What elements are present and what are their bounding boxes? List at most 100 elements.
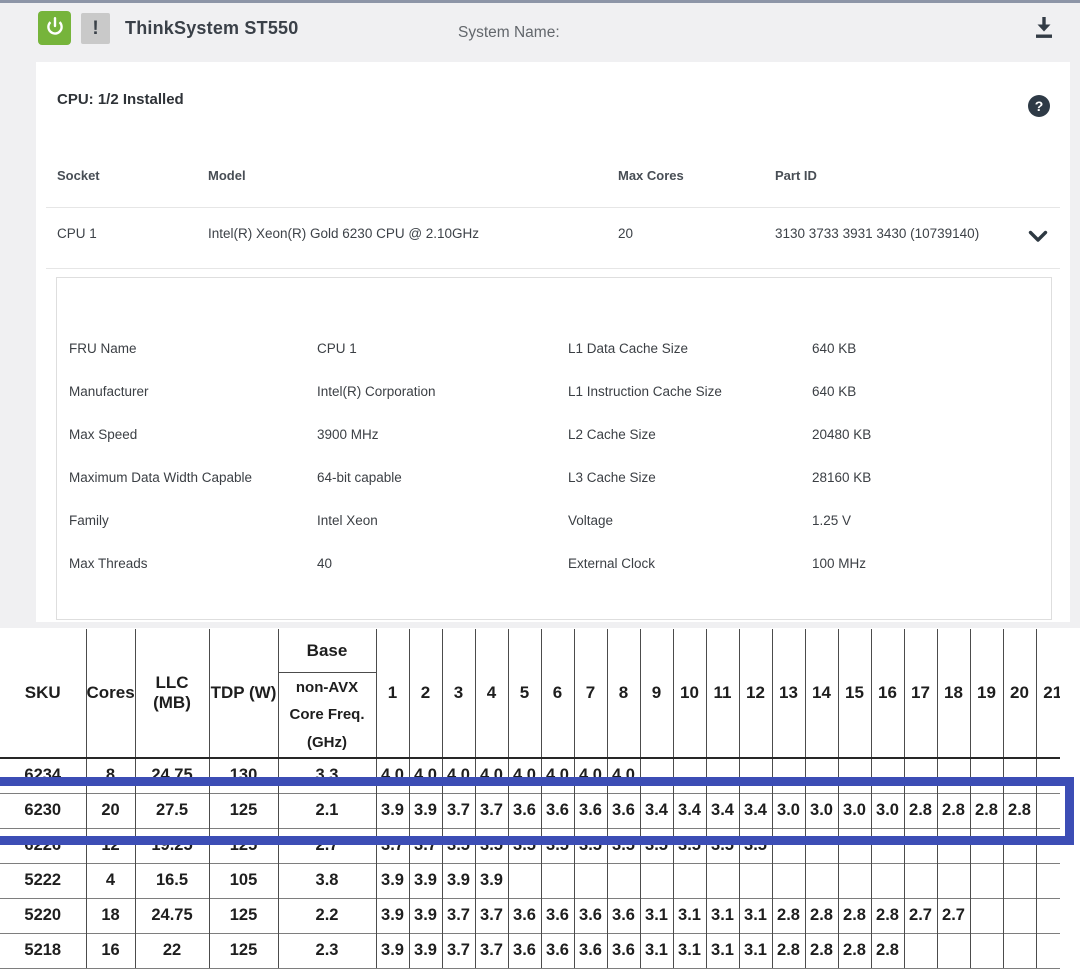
spec-row-6234: 6234824.751303.34.04.04.04.04.04.04.04.0 — [0, 758, 1060, 793]
spec-cell: 3.4 — [673, 793, 706, 828]
spec-col-header: 12 — [739, 629, 772, 758]
spec-cell — [970, 758, 1003, 793]
spec-cell: 3.6 — [607, 933, 640, 968]
spec-cell: 4.0 — [376, 758, 409, 793]
spec-header-sku: SKU — [0, 629, 86, 758]
detail-label: External Clock — [568, 556, 655, 571]
spec-col-header: 20 — [1003, 629, 1036, 758]
spec-cell: 22 — [135, 933, 209, 968]
spec-cell — [805, 758, 838, 793]
spec-col-header: 17 — [904, 629, 937, 758]
spec-cell — [1036, 863, 1060, 898]
spec-cell: 3.5 — [508, 828, 541, 863]
spec-col-header: 5 — [508, 629, 541, 758]
spec-cell: 3.5 — [574, 828, 607, 863]
details-right-column: L1 Data Cache Size640 KBL1 Instruction C… — [57, 328, 1051, 586]
spec-row-6230: 62302027.51252.13.93.93.73.73.63.63.63.6… — [0, 793, 1060, 828]
spec-cell: 3.7 — [475, 933, 508, 968]
spec-cell: 3.7 — [442, 898, 475, 933]
spec-row-5220: 52201824.751252.23.93.93.73.73.63.63.63.… — [0, 898, 1060, 933]
detail-row: L1 Data Cache Size640 KB — [57, 328, 1051, 371]
spec-row-5222: 5222416.51053.83.93.93.93.9 — [0, 863, 1060, 898]
cpu-table-header: Socket Model Max Cores Part ID — [36, 168, 1070, 188]
spec-cell: 2.1 — [278, 793, 376, 828]
spec-cell: 105 — [209, 863, 278, 898]
power-icon — [44, 15, 66, 42]
spec-table: SKU Cores LLC (MB) TDP (W) Base non-AVX … — [0, 629, 1060, 969]
spec-cell: 3.5 — [607, 828, 640, 863]
help-button[interactable]: ? — [1028, 95, 1050, 117]
spec-cell: 3.6 — [574, 793, 607, 828]
spec-col-header: 10 — [673, 629, 706, 758]
column-header-socket: Socket — [57, 168, 100, 183]
spec-cell: 16.5 — [135, 863, 209, 898]
spec-cell: 3.0 — [805, 793, 838, 828]
detail-value: 20480 KB — [812, 427, 871, 442]
download-button[interactable] — [1029, 14, 1059, 46]
spec-cell: 4.0 — [409, 758, 442, 793]
spec-col-header: 21 — [1036, 629, 1060, 758]
collapse-row-button[interactable] — [1028, 230, 1048, 244]
spec-col-header: 2 — [409, 629, 442, 758]
spec-cell: 3.9 — [409, 793, 442, 828]
power-button[interactable] — [38, 11, 71, 45]
spec-col-header: 9 — [640, 629, 673, 758]
spec-cell: 27.5 — [135, 793, 209, 828]
spec-cell: 3.5 — [706, 828, 739, 863]
spec-cell: 2.7 — [904, 898, 937, 933]
detail-value: 28160 KB — [812, 470, 871, 485]
cpu-row[interactable]: CPU 1 Intel(R) Xeon(R) Gold 6230 CPU @ 2… — [36, 226, 1070, 248]
spec-cell: 18 — [86, 898, 135, 933]
spec-cell: 2.2 — [278, 898, 376, 933]
spec-cell: 3.1 — [706, 933, 739, 968]
spec-cell — [970, 933, 1003, 968]
detail-label: Voltage — [568, 513, 613, 528]
spec-cell: 6226 — [0, 828, 86, 863]
spec-cell: 3.9 — [475, 863, 508, 898]
spec-cell: 3.7 — [409, 828, 442, 863]
spec-cell — [805, 828, 838, 863]
spec-cell — [937, 933, 970, 968]
spec-cell: 125 — [209, 933, 278, 968]
spec-cell: 125 — [209, 828, 278, 863]
spec-col-header: 3 — [442, 629, 475, 758]
spec-col-header: 6 — [541, 629, 574, 758]
spec-cell — [904, 758, 937, 793]
spec-cell: 3.5 — [475, 828, 508, 863]
spec-cell: 2.7 — [278, 828, 376, 863]
spec-cell: 3.1 — [640, 898, 673, 933]
spec-cell: 3.6 — [607, 793, 640, 828]
spec-cell: 2.8 — [772, 898, 805, 933]
spec-cell: 3.7 — [376, 828, 409, 863]
spec-cell — [772, 758, 805, 793]
system-title: ThinkSystem ST550 — [125, 18, 298, 39]
spec-cell: 5222 — [0, 863, 86, 898]
spec-cell — [871, 758, 904, 793]
spec-cell — [937, 758, 970, 793]
spec-cell: 24.75 — [135, 898, 209, 933]
help-icon: ? — [1035, 98, 1044, 114]
spec-cell — [640, 758, 673, 793]
spec-cell: 3.9 — [376, 933, 409, 968]
cpu-row-socket: CPU 1 — [57, 226, 97, 241]
spec-cell: 3.6 — [508, 933, 541, 968]
spec-cell: 3.5 — [739, 828, 772, 863]
spec-cell — [937, 863, 970, 898]
spec-cell: 5218 — [0, 933, 86, 968]
spec-cell: 3.6 — [541, 898, 574, 933]
spec-cell: 3.4 — [739, 793, 772, 828]
spec-header-row: SKU Cores LLC (MB) TDP (W) Base non-AVX … — [0, 629, 1060, 758]
spec-cell: 3.6 — [574, 933, 607, 968]
spec-col-header: 18 — [937, 629, 970, 758]
spec-row-5218: 521816221252.33.93.93.73.73.63.63.63.63.… — [0, 933, 1060, 968]
spec-cell — [970, 898, 1003, 933]
spec-col-header: 1 — [376, 629, 409, 758]
spec-cell — [871, 828, 904, 863]
warning-status-button[interactable]: ! — [81, 13, 110, 44]
spec-header-cores: Cores — [86, 629, 135, 758]
spec-cell: 2.8 — [970, 793, 1003, 828]
topbar: ! ThinkSystem ST550 System Name: — [0, 3, 1080, 57]
spec-cell — [970, 828, 1003, 863]
detail-value: 100 MHz — [812, 556, 866, 571]
spec-cell: 3.1 — [706, 898, 739, 933]
